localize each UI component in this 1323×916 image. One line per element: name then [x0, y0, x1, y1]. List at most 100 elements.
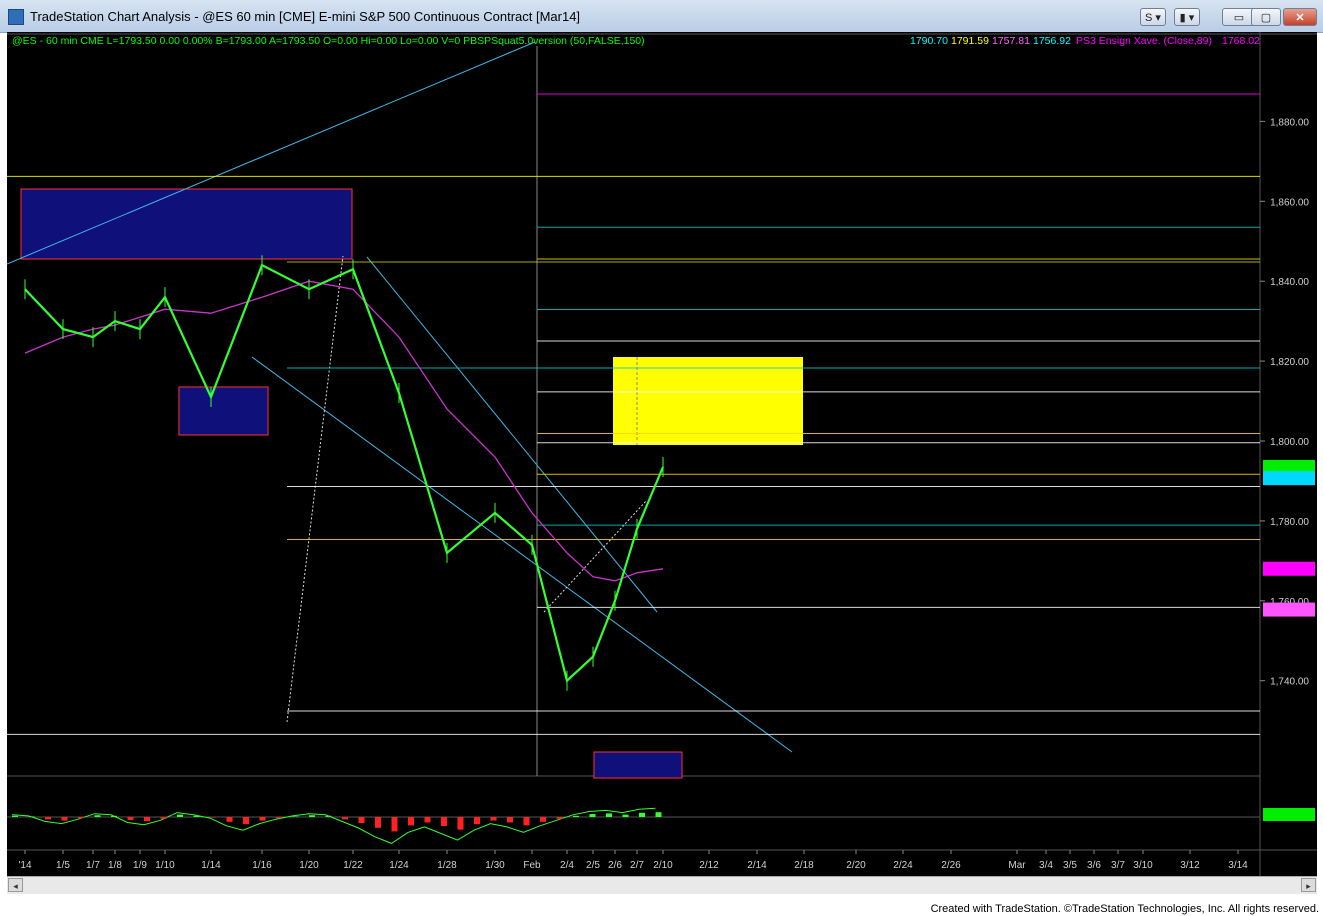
price-chart[interactable]: @ES - 60 min CME L=1793.50 0.00 0.00% B=… [7, 32, 1317, 876]
macd-histogram-bar [457, 817, 464, 830]
macd-histogram-bar [424, 817, 431, 823]
price-axis-label: 1,780.00 [1270, 517, 1309, 528]
h-box-rect [20, 188, 353, 260]
target-box-rect [593, 751, 683, 779]
macd-histogram-bar [259, 817, 266, 821]
time-axis-label: 3/5 [1063, 860, 1077, 871]
macd-histogram-bar [523, 817, 530, 826]
time-axis-label: 1/20 [299, 860, 319, 871]
macd-histogram-bar [490, 817, 497, 821]
time-axis-label: 2/6 [608, 860, 622, 871]
macd-histogram-bar [556, 817, 563, 819]
time-axis-label: 3/14 [1228, 860, 1248, 871]
footer-credit: Created with TradeStation. ©TradeStation… [930, 903, 1319, 915]
time-axis-label: 1/14 [201, 860, 221, 871]
macd-histogram-bar [474, 817, 480, 825]
macd-histogram-bar [292, 816, 299, 817]
time-axis-label: Mar [1008, 860, 1026, 871]
time-axis-label: 2/10 [653, 860, 673, 871]
time-axis-label: 3/7 [1111, 860, 1125, 871]
macd-histogram-bar [573, 815, 579, 817]
time-axis-label: 3/4 [1039, 860, 1053, 871]
macd-histogram-bar [358, 817, 365, 823]
time-axis-label: 2/26 [941, 860, 961, 871]
macd-histogram-bar [61, 817, 68, 821]
macd-histogram-bar [622, 814, 629, 817]
layout-menu-button[interactable]: ▮ ▾ [1174, 8, 1200, 26]
time-axis-label: 3/12 [1180, 860, 1200, 871]
macd-histogram-bar [309, 815, 315, 817]
status-line-part: @ES - 60 min CME L=1793.50 0.00 0.00% B=… [12, 35, 645, 47]
time-axis-label: 2/7 [630, 860, 644, 871]
time-axis-label: 1/16 [252, 860, 272, 871]
macd-histogram-bar [144, 817, 150, 822]
macd-histogram-bar [94, 815, 101, 817]
time-axis-label: 2/5 [586, 860, 600, 871]
macd-histogram-bar [28, 816, 35, 817]
symbol-link-button[interactable]: S ▾ [1140, 8, 1166, 26]
macd-histogram-bar [78, 817, 84, 819]
time-axis-label: '14 [18, 860, 31, 871]
time-axis-label: 3/6 [1087, 860, 1101, 871]
macd-histogram-bar [606, 813, 612, 817]
macd-histogram-bar [210, 817, 216, 818]
horizontal-scrollbar[interactable]: ◂ ▸ [7, 876, 1317, 894]
macd-histogram-bar [325, 815, 332, 817]
time-axis-label: 1/5 [56, 860, 70, 871]
maximize-button[interactable]: ▢ [1251, 8, 1281, 26]
macd-tag-bg [1263, 808, 1315, 821]
price-tag-bg [1263, 471, 1315, 486]
macd-histogram-bar [127, 817, 134, 820]
status-line-part: 1791.59 [951, 35, 989, 47]
time-axis-label: 1/8 [108, 860, 122, 871]
macd-histogram-bar [507, 817, 513, 823]
macd-histogram-bar [391, 817, 398, 832]
macd-histogram-bar [408, 817, 414, 826]
time-axis-label: 1/24 [389, 860, 409, 871]
time-axis-label: 1/22 [343, 860, 363, 871]
time-axis-label: 2/4 [560, 860, 574, 871]
macd-histogram-bar [589, 814, 596, 817]
macd-histogram-bar [639, 812, 645, 817]
status-line-part: PS3 Ensign Xave. (Close,89) [1076, 35, 1212, 47]
time-axis-label: 1/30 [485, 860, 505, 871]
time-axis-label: 2/24 [893, 860, 913, 871]
chart-area[interactable]: @ES - 60 min CME L=1793.50 0.00 0.00% B=… [7, 32, 1317, 876]
window-title: TradeStation Chart Analysis - @ES 60 min… [30, 9, 581, 24]
close-button[interactable]: ✕ [1283, 8, 1317, 26]
status-line-part: 1757.81 [992, 35, 1030, 47]
macd-histogram-bar [655, 812, 662, 817]
tradestation-app-icon [8, 9, 24, 25]
macd-histogram-bar [193, 815, 200, 817]
time-axis-label: 2/14 [747, 860, 767, 871]
price-axis-label: 1,740.00 [1270, 677, 1309, 688]
scroll-left-arrow-icon[interactable]: ◂ [8, 878, 23, 892]
time-axis-label: 2/18 [794, 860, 814, 871]
macd-histogram-bar [177, 814, 183, 817]
price-tag-bg [1263, 561, 1315, 576]
time-axis-label: 2/20 [846, 860, 866, 871]
macd-histogram-bar [441, 817, 447, 826]
status-line-part: 1790.70 [910, 35, 948, 47]
price-axis-label: 1,880.00 [1270, 117, 1309, 128]
status-line-part: 1756.92 [1033, 35, 1071, 47]
macd-histogram-bar [342, 817, 348, 820]
macd-histogram-bar [243, 817, 249, 825]
time-axis-label: 3/10 [1133, 860, 1153, 871]
time-axis-label: 2/12 [699, 860, 719, 871]
price-axis-label: 1,860.00 [1270, 197, 1309, 208]
scroll-right-arrow-icon[interactable]: ▸ [1301, 878, 1316, 892]
time-axis-label: 1/10 [155, 860, 175, 871]
status-line-part: 1768.02 [1222, 35, 1260, 47]
title-bar: TradeStation Chart Analysis - @ES 60 min… [0, 0, 1323, 33]
macd-histogram-bar [12, 815, 18, 817]
time-axis-label: 1/28 [437, 860, 457, 871]
macd-histogram-bar [111, 815, 117, 817]
macd-histogram-bar [276, 817, 282, 819]
time-axis-label: 1/7 [86, 860, 100, 871]
macd-histogram-bar [375, 817, 381, 828]
price-axis-label: 1,840.00 [1270, 277, 1309, 288]
macd-histogram-bar [226, 817, 233, 822]
main-resistance-box [613, 357, 803, 445]
price-axis-label: 1,800.00 [1270, 437, 1309, 448]
